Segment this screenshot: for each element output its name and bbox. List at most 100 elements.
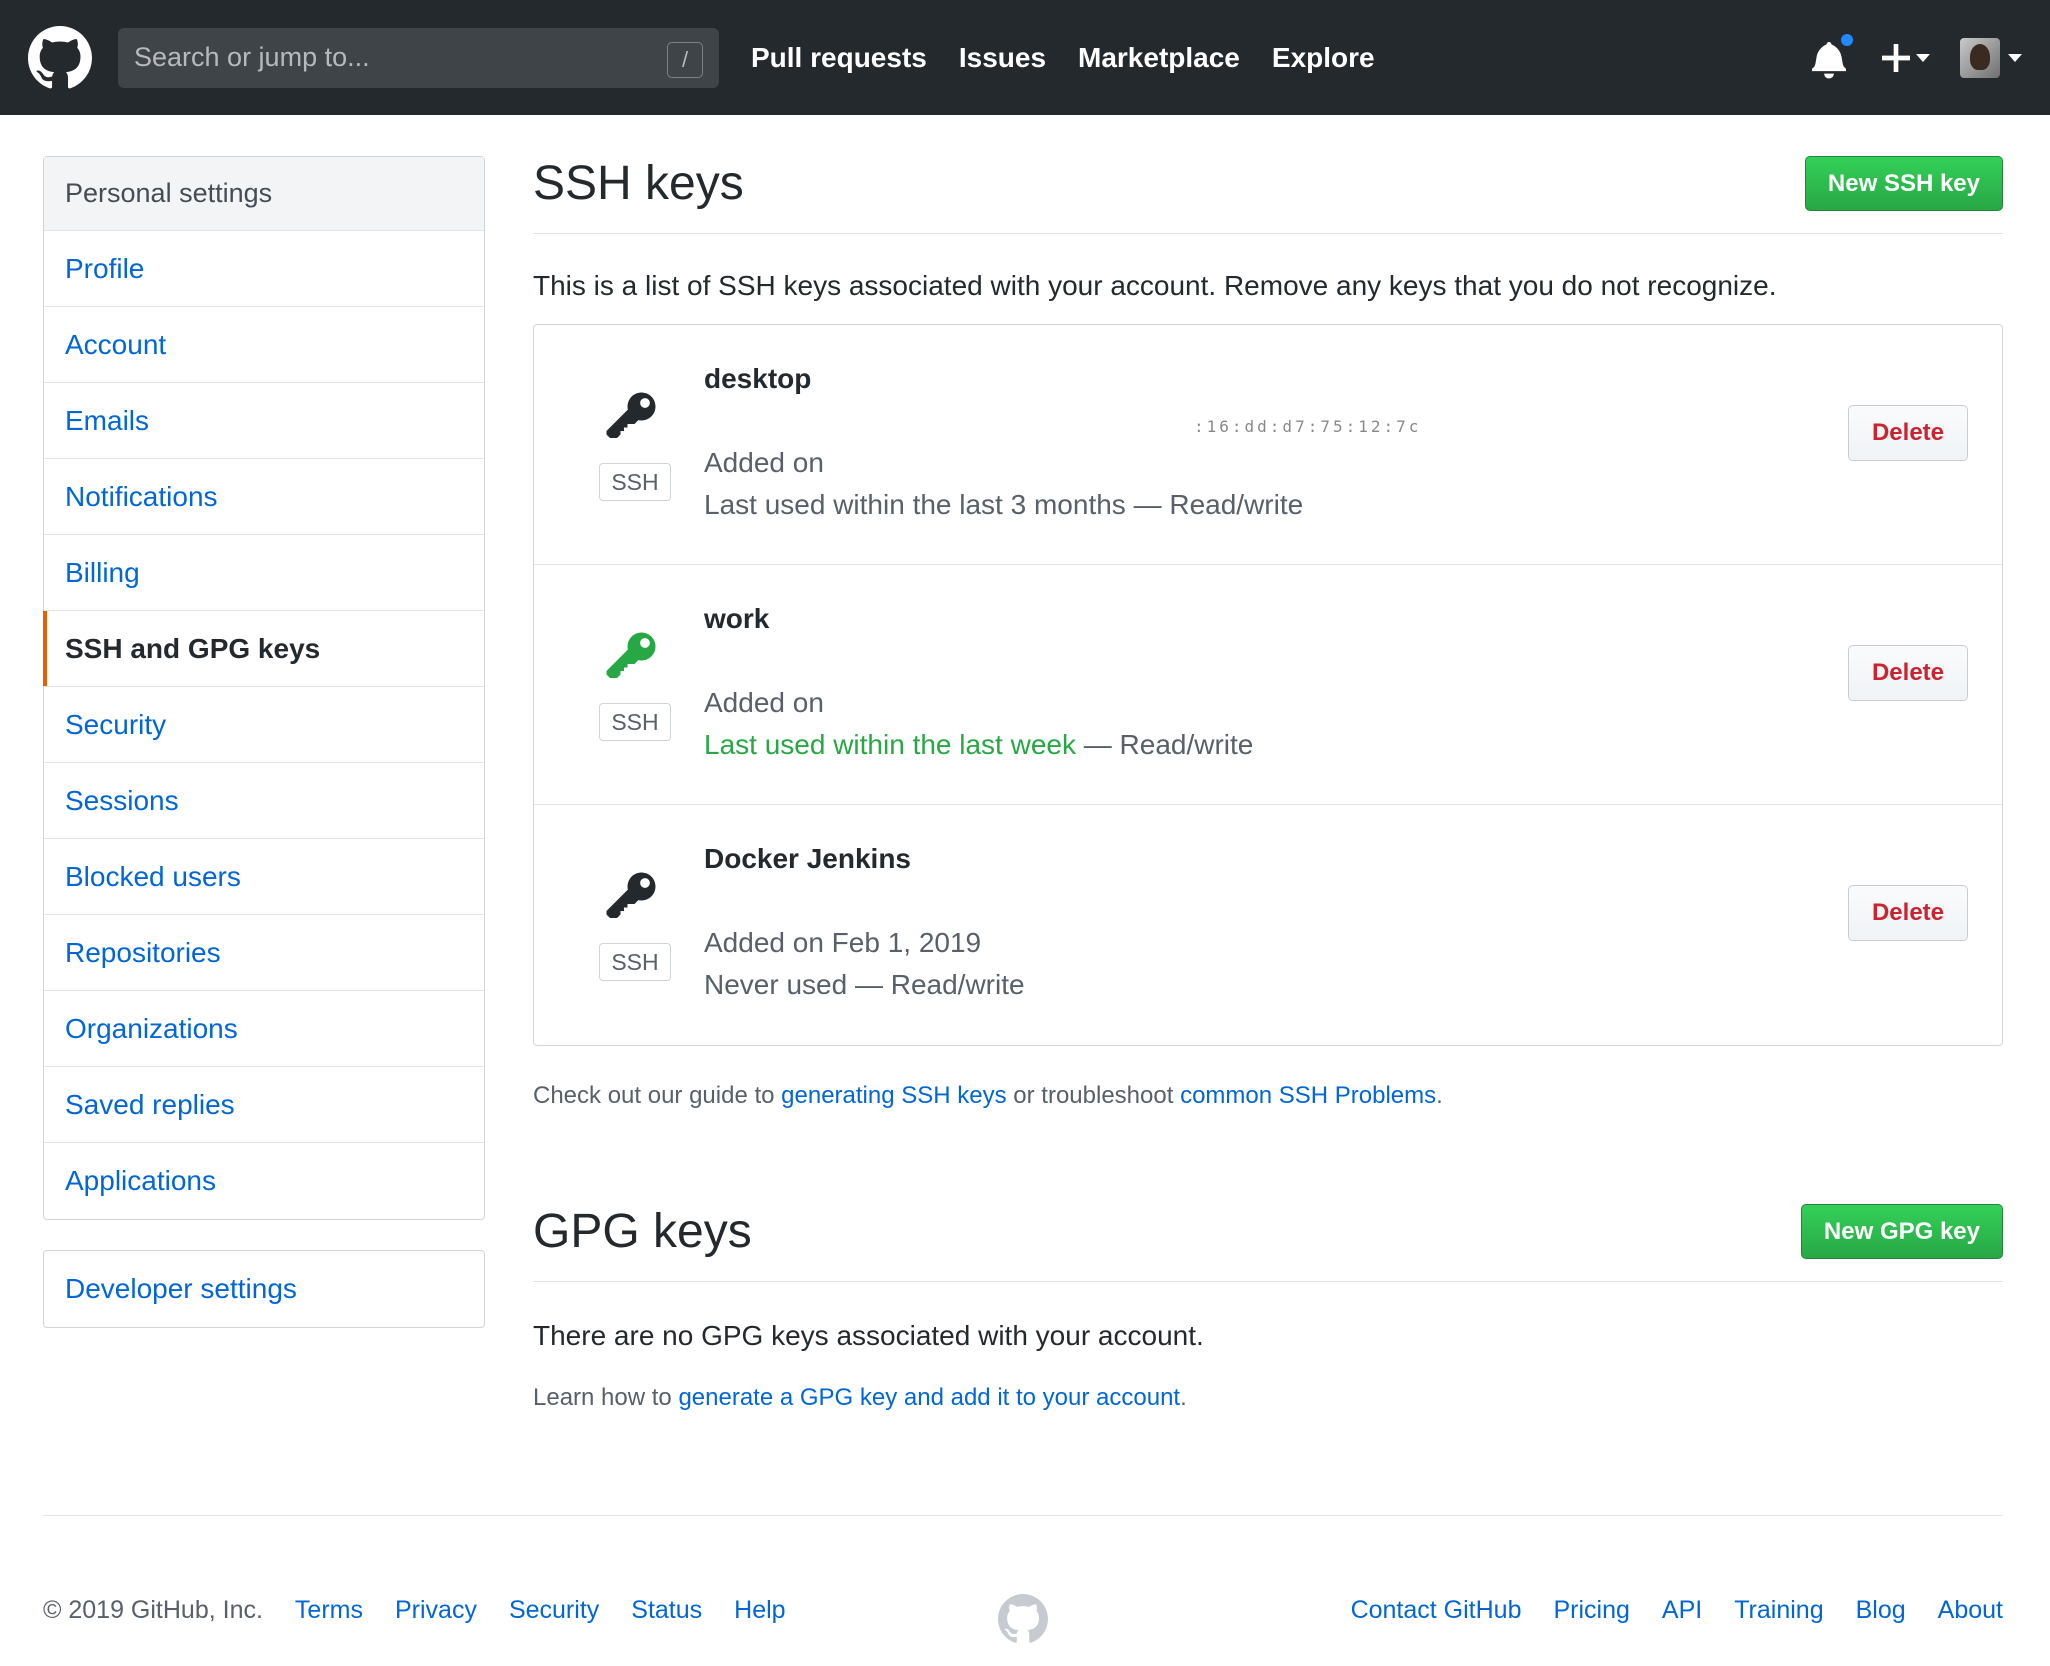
github-mark-icon[interactable] <box>998 1594 1048 1649</box>
key-last-used-text: Never used <box>704 969 848 1000</box>
delete-key-button[interactable]: Delete <box>1848 885 1968 941</box>
slash-shortcut-icon: / <box>667 41 703 78</box>
key-title: work <box>704 603 770 634</box>
footer-left-links: © 2019 GitHub, Inc. Terms Privacy Securi… <box>43 1596 786 1625</box>
ssh-key-item: SSH work Added on Last used within the l… <box>534 565 2002 805</box>
footer-right-links: Contact GitHub Pricing API Training Blog… <box>1351 1596 2003 1625</box>
guide-mid: or troubleshoot <box>1006 1082 1181 1109</box>
key-last-used-text: Last used within the last 3 months <box>704 489 1126 520</box>
gpg-title: GPG keys <box>533 1205 752 1258</box>
nav-marketplace[interactable]: Marketplace <box>1078 42 1240 74</box>
ssh-key-item: SSH desktop :16:dd:d7:75:12:7c Added on … <box>534 325 2002 565</box>
generate-gpg-key-link[interactable]: generate a GPG key and add it to your ac… <box>678 1384 1180 1411</box>
new-gpg-key-button[interactable]: New GPG key <box>1800 1204 2003 1259</box>
chevron-down-icon <box>2008 53 2022 62</box>
common-ssh-problems-link[interactable]: common SSH Problems <box>1180 1082 1436 1109</box>
footer: © 2019 GitHub, Inc. Terms Privacy Securi… <box>43 1515 2003 1666</box>
main-nav: Pull requests Issues Marketplace Explore <box>751 42 1375 74</box>
key-last-used: Never used — Read/write <box>704 969 1025 1001</box>
guide-prefix: Check out our guide to <box>533 1082 782 1109</box>
top-header: Search or jump to... / Pull requests Iss… <box>0 0 2050 115</box>
user-menu-dropdown[interactable] <box>1960 37 2022 78</box>
notifications-bell-icon[interactable] <box>1812 30 1856 79</box>
avatar <box>1960 37 2000 78</box>
key-type-label: SSH <box>599 703 671 741</box>
key-last-used-text: Last used within the last week <box>704 729 1076 760</box>
sidebar-item-blocked-users[interactable]: Blocked users <box>44 839 484 915</box>
menu-heading: Personal settings <box>44 157 484 231</box>
ssh-description: This is a list of SSH keys associated wi… <box>533 270 1777 301</box>
footer-link-privacy[interactable]: Privacy <box>395 1596 477 1625</box>
nav-explore[interactable]: Explore <box>1272 42 1375 74</box>
learn-prefix: Learn how to <box>533 1384 679 1411</box>
ssh-guide-text: Check out our guide to generating SSH ke… <box>533 1082 2003 1110</box>
key-added-date: Added on Feb 1, 2019 <box>704 927 982 958</box>
key-last-used: Last used within the last 3 months — Rea… <box>704 489 1303 521</box>
sidebar-item-organizations[interactable]: Organizations <box>44 991 484 1067</box>
sidebar-item-developer-settings[interactable]: Developer settings <box>44 1251 484 1327</box>
delete-key-button[interactable]: Delete <box>1848 645 1968 701</box>
footer-link-api[interactable]: API <box>1662 1596 1702 1625</box>
sidebar-item-emails[interactable]: Emails <box>44 383 484 459</box>
guide-suffix: . <box>1436 1082 1443 1109</box>
key-type-label: SSH <box>599 943 671 981</box>
key-access: — Read/write <box>847 969 1025 1000</box>
delete-key-button[interactable]: Delete <box>1848 405 1968 461</box>
sidebar-item-profile[interactable]: Profile <box>44 231 484 307</box>
plus-icon <box>1882 43 1910 72</box>
sidebar-item-sessions[interactable]: Sessions <box>44 763 484 839</box>
gpg-keys-header: GPG keys New GPG key <box>533 1204 2003 1282</box>
search-placeholder: Search or jump to... <box>134 42 370 72</box>
settings-sidebar: Personal settings Profile Account Emails… <box>42 156 485 1328</box>
search-input[interactable]: Search or jump to... / <box>118 27 719 88</box>
key-access: — Read/write <box>1125 489 1304 520</box>
key-title: Docker Jenkins <box>704 843 911 874</box>
footer-link-contact[interactable]: Contact GitHub <box>1351 1596 1522 1625</box>
key-added-date: Added on <box>704 447 824 478</box>
footer-link-blog[interactable]: Blog <box>1856 1596 1906 1625</box>
sidebar-item-ssh-gpg-keys[interactable]: SSH and GPG keys <box>42 611 484 687</box>
chevron-down-icon <box>1916 53 1930 62</box>
sidebar-item-saved-replies[interactable]: Saved replies <box>44 1067 484 1143</box>
sidebar-item-applications[interactable]: Applications <box>44 1143 484 1219</box>
create-new-dropdown[interactable] <box>1882 43 1930 72</box>
header-actions <box>1812 30 2022 79</box>
nav-pull-requests[interactable]: Pull requests <box>751 42 927 74</box>
ssh-keys-header: SSH keys New SSH key <box>533 156 2003 234</box>
no-gpg-keys-text: There are no GPG keys associated with yo… <box>533 1320 1204 1351</box>
learn-suffix: . <box>1180 1384 1187 1411</box>
new-ssh-key-button[interactable]: New SSH key <box>1804 156 2003 211</box>
sidebar-item-billing[interactable]: Billing <box>44 535 484 611</box>
key-fingerprint: :16:dd:d7:75:12:7c <box>1194 417 1422 436</box>
footer-link-status[interactable]: Status <box>631 1596 702 1625</box>
key-type-label: SSH <box>599 463 671 501</box>
key-icon <box>601 629 661 690</box>
sidebar-item-repositories[interactable]: Repositories <box>44 915 484 991</box>
footer-link-help[interactable]: Help <box>734 1596 785 1625</box>
key-title: desktop <box>704 363 812 394</box>
footer-link-about[interactable]: About <box>1938 1596 2003 1625</box>
personal-settings-menu: Personal settings Profile Account Emails… <box>42 156 485 1220</box>
ssh-key-item: SSH Docker Jenkins Added on Feb 1, 2019 … <box>534 805 2002 1045</box>
generating-ssh-keys-link[interactable]: generating SSH keys <box>781 1082 1006 1109</box>
sidebar-item-security[interactable]: Security <box>44 687 484 763</box>
unread-indicator <box>1838 30 1856 49</box>
footer-link-security[interactable]: Security <box>509 1596 599 1625</box>
sidebar-item-notifications[interactable]: Notifications <box>44 459 484 535</box>
footer-link-training[interactable]: Training <box>1734 1596 1823 1625</box>
page-title: SSH keys <box>533 157 744 210</box>
developer-settings-menu: Developer settings <box>43 1250 485 1328</box>
gpg-learn-text: Learn how to generate a GPG key and add … <box>533 1384 2003 1412</box>
github-logo-icon[interactable] <box>28 25 92 90</box>
nav-issues[interactable]: Issues <box>959 42 1046 74</box>
copyright: © 2019 GitHub, Inc. <box>43 1596 263 1624</box>
key-icon-path <box>606 392 656 438</box>
main-content: SSH keys New SSH key This is a list of S… <box>533 156 2003 1412</box>
key-added-date: Added on <box>704 687 824 718</box>
footer-link-pricing[interactable]: Pricing <box>1553 1596 1629 1625</box>
key-last-used: Last used within the last week — Read/wr… <box>704 729 1253 761</box>
sidebar-item-account[interactable]: Account <box>44 307 484 383</box>
footer-link-terms[interactable]: Terms <box>295 1596 363 1625</box>
key-icon <box>601 389 661 450</box>
key-access: — Read/write <box>1075 729 1254 760</box>
